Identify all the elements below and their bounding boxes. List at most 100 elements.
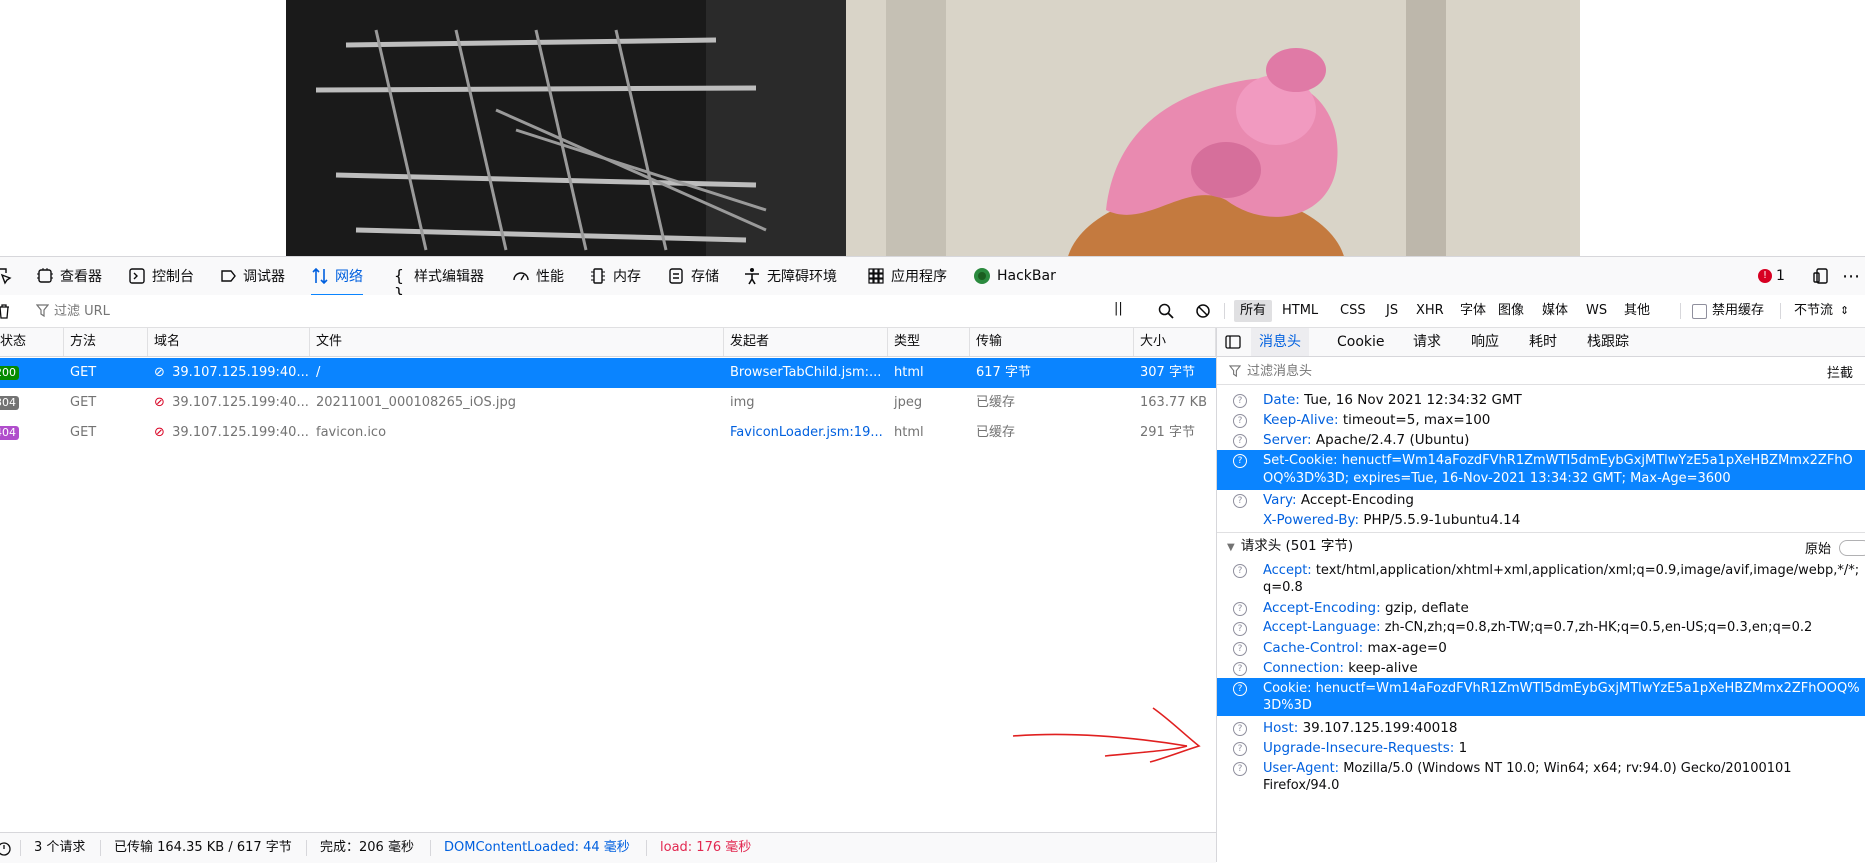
network-filter-bar: || 所有 HTML CSS JS XHR 字体 图像 媒体 WS 其他 禁用缓…: [0, 295, 1865, 328]
search-icon[interactable]: [1158, 303, 1174, 319]
request-headers-title: 请求头 (501 字节): [1240, 538, 1354, 554]
headers-panel: 消息头 Cookie 请求 响应 耗时 栈跟踪 拦截 ?Date: Tue, 1…: [1216, 328, 1865, 862]
tab-inspector[interactable]: 查看器: [36, 257, 102, 295]
devtools-toolbar: 查看器 控制台 调试器 网络 { } 样式编辑器 性能 内存 存储 无障碍环境 …: [0, 256, 1865, 303]
col-size[interactable]: 大小: [1134, 328, 1216, 356]
tab-performance[interactable]: 性能: [512, 257, 564, 295]
tab-request[interactable]: 请求: [1413, 328, 1441, 356]
col-initiator[interactable]: 发起者: [724, 328, 888, 356]
request-header-row[interactable]: ? Accept-Language: zh-CN,zh;q=0.8,zh-TW;q…: [1217, 618, 1865, 638]
element-picker-button[interactable]: [0, 257, 18, 295]
request-header-row[interactable]: ? Accept: text/html,application/xhtml+xml…: [1217, 560, 1865, 596]
more-menu-button[interactable]: ⋯: [1842, 257, 1860, 295]
status-badge: 304: [0, 396, 19, 410]
status-badge: 200: [0, 366, 19, 380]
help-icon: ?: [1233, 414, 1247, 428]
col-domain[interactable]: 域名: [148, 328, 310, 356]
memory-icon: [591, 268, 605, 284]
filter-type-all[interactable]: 所有: [1234, 300, 1273, 322]
url-filter-input[interactable]: [52, 299, 1106, 323]
table-row[interactable]: 404 GET ⊘ 39.107.125.199:40... favicon.i…: [0, 418, 1216, 448]
insecure-lock-icon: ⊘: [154, 365, 165, 380]
col-method[interactable]: 方法: [64, 328, 148, 356]
row-type: html: [894, 365, 924, 380]
help-icon: ?: [1233, 662, 1247, 676]
col-file[interactable]: 文件: [310, 328, 724, 356]
request-header-row[interactable]: ? Connection: keep-alive: [1217, 658, 1865, 678]
storage-icon: [669, 268, 683, 284]
tab-headers[interactable]: 消息头: [1251, 328, 1309, 356]
help-icon: ?: [1233, 564, 1247, 578]
tab-hackbar[interactable]: HackBar: [973, 257, 1056, 295]
tab-stack-trace[interactable]: 栈跟踪: [1587, 328, 1629, 356]
filter-type-other[interactable]: 其他: [1618, 300, 1656, 322]
ellipsis-icon: ⋯: [1842, 265, 1860, 287]
block-icon[interactable]: [1195, 303, 1211, 319]
request-header-row-cookie[interactable]: ? Cookie: henuctf=Wm14aFozdFVhR1ZmWTI5dmE…: [1217, 678, 1865, 716]
raw-toggle-label: 原始: [1805, 542, 1832, 557]
annotation-arrow: [1012, 707, 1201, 763]
tab-application-label: 应用程序: [891, 269, 947, 285]
trash-icon[interactable]: [0, 303, 12, 319]
table-row[interactable]: 304 GET ⊘ 39.107.125.199:40... 20211001_…: [0, 388, 1216, 418]
filter-type-css[interactable]: CSS: [1334, 300, 1372, 322]
filter-type-js[interactable]: JS: [1380, 300, 1404, 322]
response-header-row[interactable]: ? Date: Tue, 16 Nov 2021 12:34:32 GMT: [1217, 390, 1865, 410]
tab-response[interactable]: 响应: [1471, 328, 1499, 356]
tab-accessibility[interactable]: 无障碍环境: [743, 257, 837, 295]
grid-icon: [868, 268, 884, 284]
disable-cache-checkbox[interactable]: [1692, 304, 1707, 319]
response-header-row[interactable]: ? Server: Apache/2.4.7 (Ubuntu): [1217, 430, 1865, 450]
response-header-row[interactable]: X-Powered-By: PHP/5.5.9-1ubuntu4.14: [1217, 510, 1865, 530]
finish-time: 完成：206 毫秒: [320, 840, 414, 855]
row-initiator[interactable]: BrowserTabChild.jsm:...: [724, 358, 888, 388]
col-status[interactable]: 状态: [0, 328, 64, 356]
row-type: jpeg: [894, 395, 923, 410]
response-header-row[interactable]: ? Vary: Accept-Encoding: [1217, 490, 1865, 510]
tab-application[interactable]: 应用程序: [867, 257, 947, 295]
reload-timer-icon[interactable]: [0, 840, 12, 856]
table-row[interactable]: 200 GET ⊘ 39.107.125.199:40... / Browser…: [0, 358, 1216, 388]
response-header-row[interactable]: ? Keep-Alive: timeout=5, max=100: [1217, 410, 1865, 430]
tab-network[interactable]: 网络: [311, 257, 363, 296]
load-time: load: 176 毫秒: [660, 840, 752, 855]
photo-image: [286, 0, 1580, 256]
filter-type-xhr[interactable]: XHR: [1410, 300, 1450, 322]
toggle-sidebar-icon[interactable]: [1225, 335, 1241, 349]
tab-cookies[interactable]: Cookie: [1337, 328, 1385, 356]
error-count[interactable]: ! 1: [1758, 257, 1785, 295]
row-initiator[interactable]: FaviconLoader.jsm:19...: [724, 418, 888, 448]
responsive-mode-button[interactable]: [1812, 257, 1836, 295]
response-header-row-set-cookie[interactable]: ? Set-Cookie: henuctf=Wm14aFozdFVhR1ZmWTI…: [1217, 450, 1865, 490]
inspector-icon: [37, 268, 53, 283]
filter-type-media[interactable]: 媒体: [1536, 300, 1574, 322]
pause-icon[interactable]: ||: [1114, 301, 1123, 316]
throttle-select[interactable]: 不节流: [1794, 301, 1833, 321]
row-domain: 39.107.125.199:40...: [172, 425, 309, 440]
help-icon: ?: [1233, 454, 1247, 468]
filter-type-html[interactable]: HTML: [1276, 300, 1324, 322]
filter-type-fonts[interactable]: 字体: [1454, 300, 1492, 322]
request-header-row[interactable]: ? Accept-Encoding: gzip, deflate: [1217, 598, 1865, 618]
request-header-row[interactable]: ? Cache-Control: max-age=0: [1217, 638, 1865, 658]
filter-type-ws[interactable]: WS: [1580, 300, 1613, 322]
tab-timings[interactable]: 耗时: [1529, 328, 1557, 356]
block-request-button[interactable]: 拦截: [1827, 362, 1853, 381]
tab-debugger[interactable]: 调试器: [219, 257, 285, 295]
request-header-row[interactable]: ? User-Agent: Mozilla/5.0 (Windows NT 10.…: [1217, 758, 1865, 796]
tab-storage[interactable]: 存储: [667, 257, 719, 295]
tab-memory[interactable]: 内存: [589, 257, 641, 295]
request-header-row[interactable]: ? Host: 39.107.125.199:40018: [1217, 718, 1865, 738]
raw-toggle[interactable]: [1839, 540, 1865, 556]
tab-console[interactable]: 控制台: [128, 257, 194, 295]
headers-filter-input[interactable]: [1245, 360, 1649, 382]
filter-type-images[interactable]: 图像: [1492, 300, 1530, 322]
network-status-bar: 3 个请求 已传输 164.35 KB / 617 字节 完成：206 毫秒 D…: [0, 832, 1216, 863]
tab-style-editor[interactable]: { } 样式编辑器: [390, 257, 484, 303]
row-transfer: 617 字节: [976, 365, 1031, 380]
col-transfer[interactable]: 传输: [970, 328, 1134, 356]
col-type[interactable]: 类型: [888, 328, 970, 356]
row-size: 163.77 KB: [1140, 395, 1208, 410]
request-header-row[interactable]: ? Upgrade-Insecure-Requests: 1: [1217, 738, 1865, 758]
request-headers-section[interactable]: ▼ 请求头 (501 字节): [1227, 536, 1353, 558]
